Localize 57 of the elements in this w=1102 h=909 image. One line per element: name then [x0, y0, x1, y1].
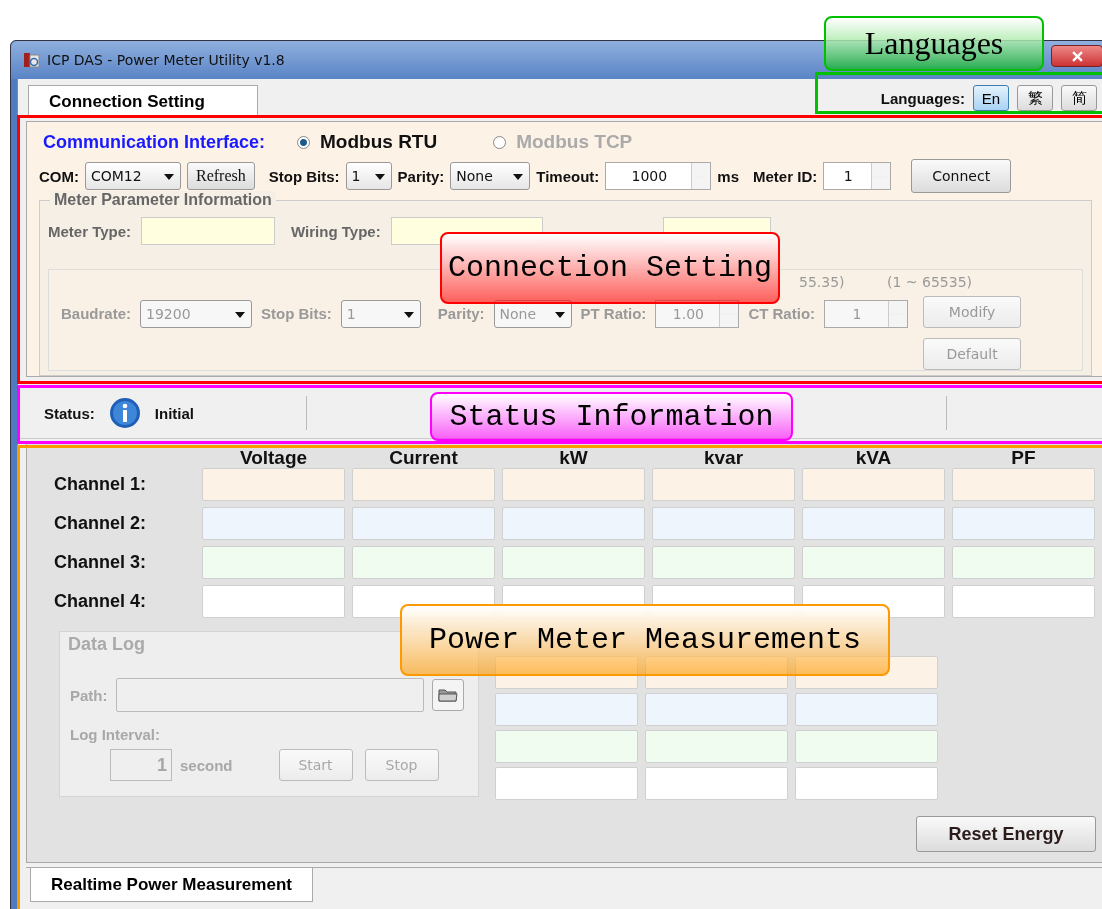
channel-label: Channel 3:	[54, 552, 147, 573]
range-hint: 55.35)	[799, 274, 845, 290]
stop-bits-dropdown[interactable]: 1	[345, 162, 392, 190]
connect-button[interactable]: Connect	[911, 159, 1012, 193]
annotation-tooltip: Connection Setting	[440, 232, 780, 304]
stop-bits-label: Stop Bits:	[261, 304, 332, 324]
stop-bits-label: Stop Bits:	[268, 167, 340, 185]
window-title: ICP DAS - Power Meter Utility v1.8	[47, 52, 285, 68]
column-header: Voltage	[238, 450, 309, 466]
reset-energy-button[interactable]: Reset Energy	[916, 816, 1096, 852]
status-label: Status:	[44, 404, 95, 422]
column-header: kW	[558, 450, 589, 466]
status-value: Initial	[154, 404, 194, 422]
baudrate-label: Baudrate:	[61, 304, 131, 324]
column-header: kvar	[702, 450, 745, 466]
parity-label: Parity:	[437, 304, 485, 324]
annotation-tooltip: Power Meter Measurements	[400, 604, 890, 676]
annotation-tooltip: Languages	[824, 16, 1044, 71]
timeout-label: Timeout:	[536, 167, 600, 185]
parity-label: Parity:	[397, 167, 445, 185]
range-hint: (1 ~ 65535)	[887, 274, 972, 290]
info-icon	[108, 397, 141, 429]
tab[interactable]: Realtime Power Measurement	[30, 868, 313, 902]
log-interval-label: Log Interval:	[70, 726, 161, 743]
com-label: COM:	[39, 167, 79, 185]
meter-id-spinbox[interactable]: 1	[823, 162, 892, 190]
radio-option[interactable]: Modbus RTU	[297, 131, 438, 153]
parity-dropdown[interactable]: None	[450, 162, 531, 190]
close-button[interactable]	[1051, 45, 1102, 67]
tab[interactable]: Connection Setting	[28, 85, 258, 117]
ct-ratio-label: CT Ratio:	[748, 304, 816, 324]
timeout-spinbox[interactable]: 1000	[605, 162, 712, 190]
language-button[interactable]: En	[973, 85, 1009, 111]
channel-label: Channel 1:	[54, 474, 147, 495]
folder-icon	[437, 687, 458, 703]
interval-unit: second	[180, 756, 233, 774]
wiring-type-label: Wiring Type:	[291, 222, 381, 240]
language-button[interactable]: 繁	[1017, 85, 1053, 111]
meter-id-label: Meter ID:	[753, 167, 818, 185]
path-label: Path:	[70, 686, 108, 704]
app-icon	[23, 51, 41, 69]
refresh-button[interactable]: Refresh	[187, 162, 255, 190]
group-title: Data Log	[68, 634, 145, 655]
languages-label: Languages:	[880, 89, 965, 107]
meter-type-label: Meter Type:	[48, 222, 132, 240]
column-header: PF	[1010, 450, 1037, 466]
timeout-unit: ms	[717, 167, 740, 185]
close-icon	[1071, 50, 1083, 62]
pt-ratio-label: PT Ratio:	[580, 304, 647, 324]
channel-label: Channel 2:	[54, 513, 147, 534]
column-header: kVA	[854, 450, 893, 466]
column-header: Current	[388, 450, 459, 466]
annotation-tooltip: Status Information	[430, 392, 793, 441]
channel-label: Channel 4:	[54, 591, 147, 612]
language-button[interactable]: 简	[1061, 85, 1097, 111]
com-dropdown[interactable]: COM12	[85, 162, 181, 190]
interface-label: Communication Interface:	[43, 131, 266, 153]
